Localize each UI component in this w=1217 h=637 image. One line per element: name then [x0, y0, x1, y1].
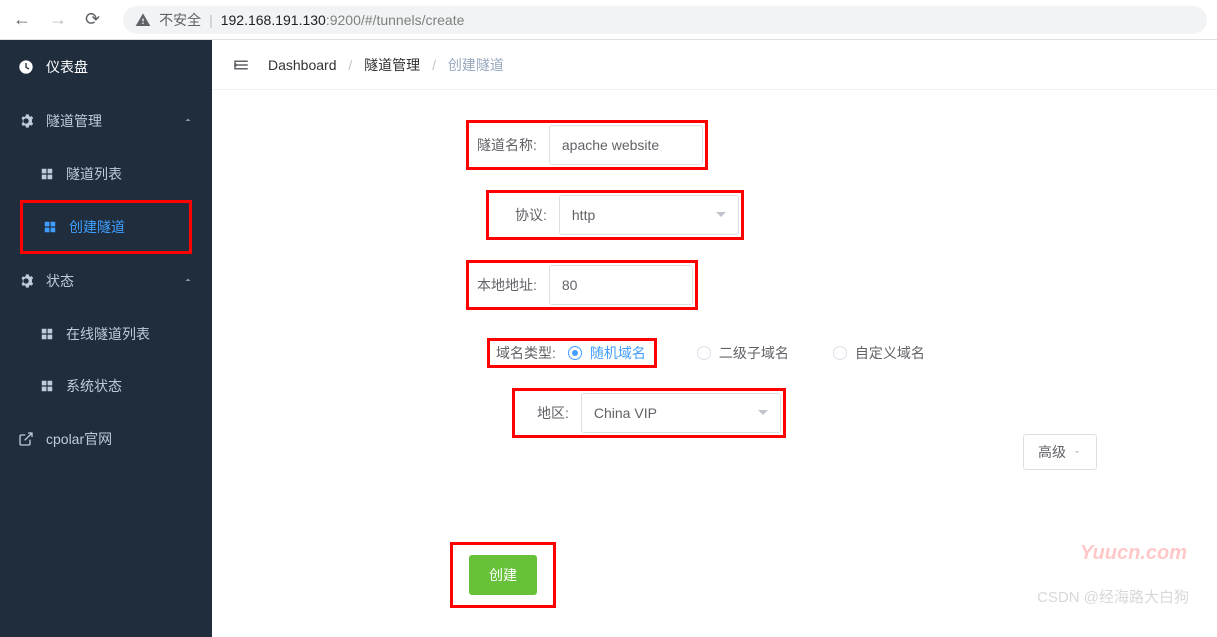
insecure-icon [135, 12, 151, 28]
url-bar[interactable]: 不安全 | 192.168.191.130:9200/#/tunnels/cre… [123, 6, 1207, 34]
breadcrumb: Dashboard / 隧道管理 / 创建隧道 [268, 55, 504, 75]
protocol-label: 协议: [491, 205, 559, 225]
radio-random-domain[interactable]: 随机域名 [568, 343, 652, 363]
create-tunnel-form: 隧道名称: 协议: http 本地地址: 域名类型: [212, 90, 1217, 637]
sidebar-item-online-tunnels[interactable]: 在线隧道列表 [0, 308, 212, 360]
security-label: 不安全 [159, 10, 201, 30]
forward-button[interactable]: → [46, 9, 70, 30]
tunnel-name-label: 隧道名称: [471, 135, 549, 155]
domain-type-label: 域名类型: [492, 343, 568, 363]
breadcrumb-create-tunnel: 创建隧道 [448, 57, 504, 73]
region-select[interactable]: China VIP [581, 393, 781, 433]
external-link-icon [18, 431, 34, 447]
protocol-select[interactable]: http [559, 195, 739, 235]
sidebar-label-cpolar-site: cpolar官网 [46, 429, 112, 449]
grid-icon [40, 327, 54, 341]
sidebar-item-dashboard[interactable]: 仪表盘 [0, 40, 212, 94]
sidebar-item-system-status[interactable]: 系统状态 [0, 360, 212, 412]
sidebar-label-tunnel-list: 隧道列表 [66, 164, 122, 184]
sidebar-label-online-tunnels: 在线隧道列表 [66, 324, 150, 344]
local-addr-label: 本地地址: [471, 275, 549, 295]
main-content: Dashboard / 隧道管理 / 创建隧道 隧道名称: 协议: http [212, 40, 1217, 637]
chevron-down-icon [1072, 447, 1082, 457]
grid-icon [40, 379, 54, 393]
sidebar-item-create-tunnel[interactable]: 创建隧道 [25, 205, 187, 249]
sidebar-item-tunnel-mgmt[interactable]: 隧道管理 [0, 94, 212, 148]
browser-toolbar: ← → ⟳ 不安全 | 192.168.191.130:9200/#/tunne… [0, 0, 1217, 40]
gear-icon [18, 273, 34, 289]
tunnel-name-input[interactable] [549, 125, 703, 165]
breadcrumb-dashboard[interactable]: Dashboard [268, 57, 337, 73]
sidebar-item-status[interactable]: 状态 [0, 254, 212, 308]
grid-icon [43, 220, 57, 234]
grid-icon [40, 167, 54, 181]
chevron-up-icon [182, 273, 194, 289]
sidebar-label-tunnel-mgmt: 隧道管理 [46, 111, 102, 131]
url-text: 192.168.191.130:9200/#/tunnels/create [221, 12, 465, 28]
back-button[interactable]: ← [10, 9, 34, 30]
sidebar-item-cpolar-site[interactable]: cpolar官网 [0, 412, 212, 466]
sidebar-label-create-tunnel: 创建隧道 [69, 217, 125, 237]
region-label: 地区: [517, 403, 581, 423]
local-addr-input[interactable] [549, 265, 693, 305]
sidebar-label-dashboard: 仪表盘 [46, 57, 88, 77]
gear-icon [18, 113, 34, 129]
sidebar-item-tunnel-list[interactable]: 隧道列表 [0, 148, 212, 200]
reload-button[interactable]: ⟳ [82, 9, 103, 30]
radio-sub-domain[interactable]: 二级子域名 [697, 343, 789, 363]
radio-custom-domain[interactable]: 自定义域名 [833, 343, 925, 363]
advanced-button[interactable]: 高级 [1023, 434, 1097, 470]
sidebar-label-status: 状态 [46, 271, 74, 291]
dashboard-icon [18, 59, 34, 75]
sidebar-label-system-status: 系统状态 [66, 376, 122, 396]
create-button[interactable]: 创建 [469, 555, 537, 595]
top-bar: Dashboard / 隧道管理 / 创建隧道 [212, 40, 1217, 90]
sidebar: 仪表盘 隧道管理 隧道列表 创建隧道 [0, 40, 212, 637]
collapse-sidebar-button[interactable] [232, 56, 250, 74]
chevron-up-icon [182, 113, 194, 129]
breadcrumb-tunnel-mgmt[interactable]: 隧道管理 [364, 57, 420, 73]
